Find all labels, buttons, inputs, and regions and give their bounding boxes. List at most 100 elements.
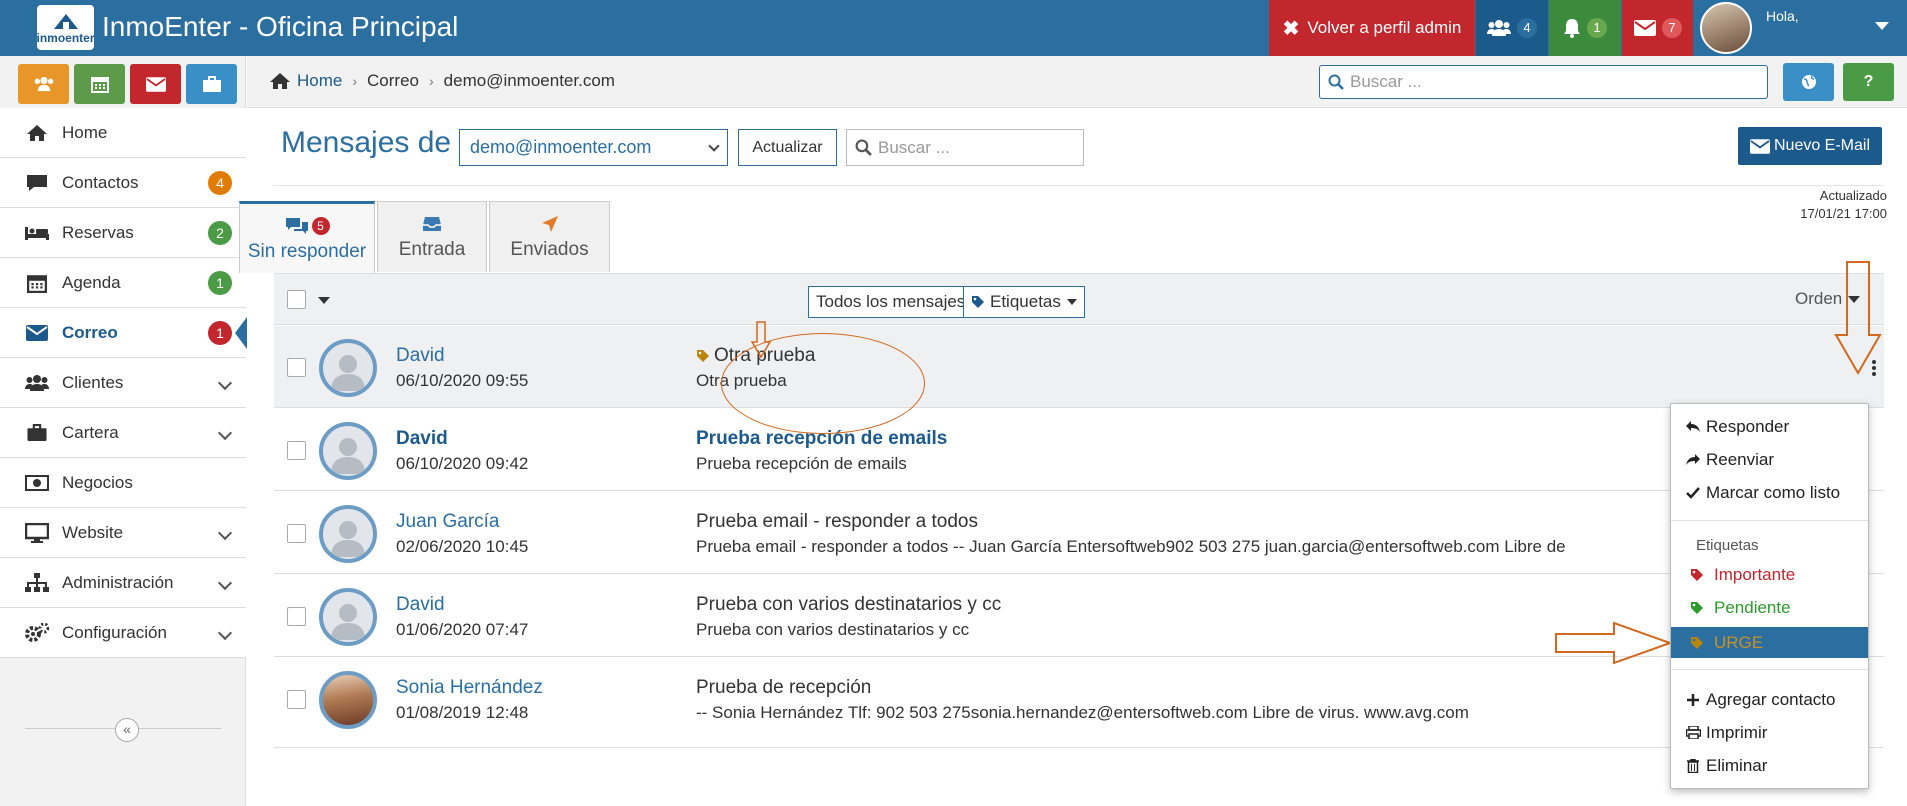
messages-badge: 7 bbox=[1662, 18, 1682, 38]
breadcrumb-section[interactable]: Correo bbox=[367, 71, 419, 91]
sidebar-item-negocios[interactable]: Negocios bbox=[0, 458, 246, 508]
menu-item-tag-pending[interactable]: Pendiente bbox=[1671, 592, 1868, 623]
sidebar-item-contactos[interactable]: Contactos 4 bbox=[0, 158, 246, 208]
sidebar-item-cartera[interactable]: Cartera bbox=[0, 408, 246, 458]
sidebar-item-reservas[interactable]: Reservas 2 bbox=[0, 208, 246, 258]
quick-portfolio-button[interactable] bbox=[186, 64, 237, 104]
page-title: Mensajes de bbox=[281, 126, 452, 159]
refresh-button[interactable]: Actualizar bbox=[738, 129, 837, 166]
caret-down-icon bbox=[1875, 22, 1889, 30]
notifications-button[interactable]: 1 bbox=[1549, 0, 1621, 56]
sender-name[interactable]: David bbox=[396, 428, 448, 450]
sidebar-item-label: Configuración bbox=[62, 622, 167, 642]
sidebar-item-administracion[interactable]: Administración bbox=[0, 558, 246, 608]
sidebar-menu: Home Contactos 4 Reservas 2 Agenda 1 Cor… bbox=[0, 108, 247, 658]
back-to-admin-button[interactable]: ✖ Volver a perfil admin bbox=[1269, 0, 1475, 56]
tab-entrada[interactable]: Entrada bbox=[377, 201, 487, 272]
chevron-down-icon bbox=[217, 575, 233, 591]
active-indicator bbox=[235, 317, 247, 349]
tab-label: Entrada bbox=[398, 239, 466, 260]
users-icon bbox=[1487, 20, 1511, 36]
message-search-input[interactable] bbox=[878, 137, 1078, 158]
message-preview: Prueba recepción de emails bbox=[696, 454, 907, 473]
message-row[interactable]: David 01/06/2020 07:47 Prueba con varios… bbox=[274, 575, 1884, 657]
chevron-right-icon: › bbox=[429, 73, 434, 89]
messages-button[interactable]: 7 bbox=[1622, 0, 1694, 56]
order-label: Orden bbox=[1795, 289, 1843, 308]
search-icon bbox=[855, 139, 872, 156]
tab-sin-responder[interactable]: 5 Sin responder bbox=[239, 201, 375, 273]
app-logo[interactable]: inmoenter bbox=[37, 5, 95, 50]
message-row[interactable]: Juan García 02/06/2020 10:45 Prueba emai… bbox=[274, 492, 1884, 574]
account-select[interactable]: demo@inmoenter.com bbox=[459, 129, 728, 166]
sidebar-item-website[interactable]: Website bbox=[0, 508, 246, 558]
row-checkbox[interactable] bbox=[287, 441, 306, 460]
reservas-badge: 2 bbox=[208, 220, 232, 245]
menu-item-delete[interactable]: Eliminar bbox=[1671, 750, 1868, 781]
order-dropdown[interactable]: Orden bbox=[1795, 289, 1861, 309]
quick-contacts-button[interactable] bbox=[18, 64, 69, 104]
sidebar-item-correo[interactable]: Correo 1 bbox=[0, 308, 247, 358]
row-checkbox[interactable] bbox=[287, 690, 306, 709]
help-button[interactable]: ? bbox=[1843, 63, 1894, 101]
tab-enviados[interactable]: Enviados bbox=[489, 201, 610, 272]
message-subject[interactable]: Prueba con varios destinatarios y cc bbox=[696, 594, 1001, 616]
select-all-checkbox[interactable] bbox=[287, 290, 306, 309]
quick-mail-button[interactable] bbox=[130, 64, 181, 104]
sidebar-item-configuracion[interactable]: Configuración bbox=[0, 608, 246, 658]
menu-item-reply[interactable]: Responder bbox=[1671, 411, 1868, 442]
row-checkbox[interactable] bbox=[287, 358, 306, 377]
message-row[interactable]: David 06/10/2020 09:42 Prueba recepción … bbox=[274, 409, 1884, 491]
back-to-admin-label: Volver a perfil admin bbox=[1307, 18, 1462, 37]
message-subject[interactable]: Prueba de recepción bbox=[696, 677, 871, 699]
list-toolbar: Todos los mensajes Etiquetas Orden bbox=[274, 273, 1884, 325]
collapse-sidebar-button[interactable]: « bbox=[115, 718, 139, 742]
divider bbox=[1671, 669, 1868, 670]
divider bbox=[274, 185, 1884, 186]
new-email-button[interactable]: Nuevo E-Mail bbox=[1738, 127, 1882, 165]
sender-name[interactable]: Juan García bbox=[396, 511, 500, 533]
menu-item-tag-important[interactable]: Importante bbox=[1671, 559, 1868, 590]
sidebar-item-clientes[interactable]: Clientes bbox=[0, 358, 246, 408]
trash-icon bbox=[1684, 758, 1702, 773]
global-search-input[interactable] bbox=[1350, 72, 1750, 92]
menu-item-label: Agregar contacto bbox=[1706, 689, 1836, 709]
message-row[interactable]: David 06/10/2020 09:55 Otra prueba Otra … bbox=[274, 326, 1884, 408]
sender-name[interactable]: Sonia Hernández bbox=[396, 677, 543, 699]
message-row[interactable]: Sonia Hernández 01/08/2019 12:48 Prueba … bbox=[274, 658, 1884, 748]
menu-item-label: Imprimir bbox=[1706, 722, 1768, 742]
user-avatar bbox=[1700, 2, 1752, 54]
message-subject[interactable]: Prueba email - responder a todos bbox=[696, 511, 978, 533]
bed-icon bbox=[24, 222, 50, 244]
user-menu[interactable]: Hola, bbox=[1693, 0, 1907, 56]
row-checkbox[interactable] bbox=[287, 524, 306, 543]
users-button[interactable]: 4 bbox=[1476, 0, 1548, 56]
updated-label: Actualizado bbox=[1819, 188, 1887, 203]
sidebar-item-agenda[interactable]: Agenda 1 bbox=[0, 258, 246, 308]
menu-item-print[interactable]: Imprimir bbox=[1671, 717, 1868, 748]
print-icon bbox=[1684, 726, 1702, 739]
sidebar-item-home[interactable]: Home bbox=[0, 108, 246, 158]
globe-button[interactable] bbox=[1783, 63, 1834, 101]
sidebar-item-label: Agenda bbox=[62, 272, 121, 292]
top-bar: inmoenter InmoEnter - Oficina Principal … bbox=[0, 0, 1907, 56]
message-search[interactable] bbox=[846, 129, 1084, 166]
menu-item-mark-done[interactable]: Marcar como listo bbox=[1671, 477, 1868, 508]
quick-calendar-button[interactable] bbox=[74, 64, 125, 104]
menu-item-add-contact[interactable]: Agregar contacto bbox=[1671, 684, 1868, 715]
row-checkbox[interactable] bbox=[287, 607, 306, 626]
annotation-ellipse bbox=[721, 333, 925, 434]
breadcrumb-home-link[interactable]: Home bbox=[297, 71, 342, 91]
breadcrumb: Home › Correo › demo@inmoenter.com bbox=[269, 71, 615, 91]
menu-item-tag-urgent[interactable]: URGE bbox=[1671, 627, 1868, 658]
caret-down-icon bbox=[1066, 299, 1077, 305]
global-search[interactable] bbox=[1319, 65, 1768, 99]
filter-tags[interactable]: Etiquetas bbox=[963, 286, 1085, 318]
menu-item-forward[interactable]: Reenviar bbox=[1671, 444, 1868, 475]
message-date: 06/10/2020 09:42 bbox=[396, 454, 529, 473]
location-arrow-icon bbox=[541, 216, 558, 232]
sender-name[interactable]: David bbox=[396, 594, 445, 616]
sender-name[interactable]: David bbox=[396, 345, 445, 367]
select-dropdown-caret[interactable] bbox=[318, 297, 330, 304]
more-options-icon[interactable] bbox=[1872, 360, 1876, 376]
